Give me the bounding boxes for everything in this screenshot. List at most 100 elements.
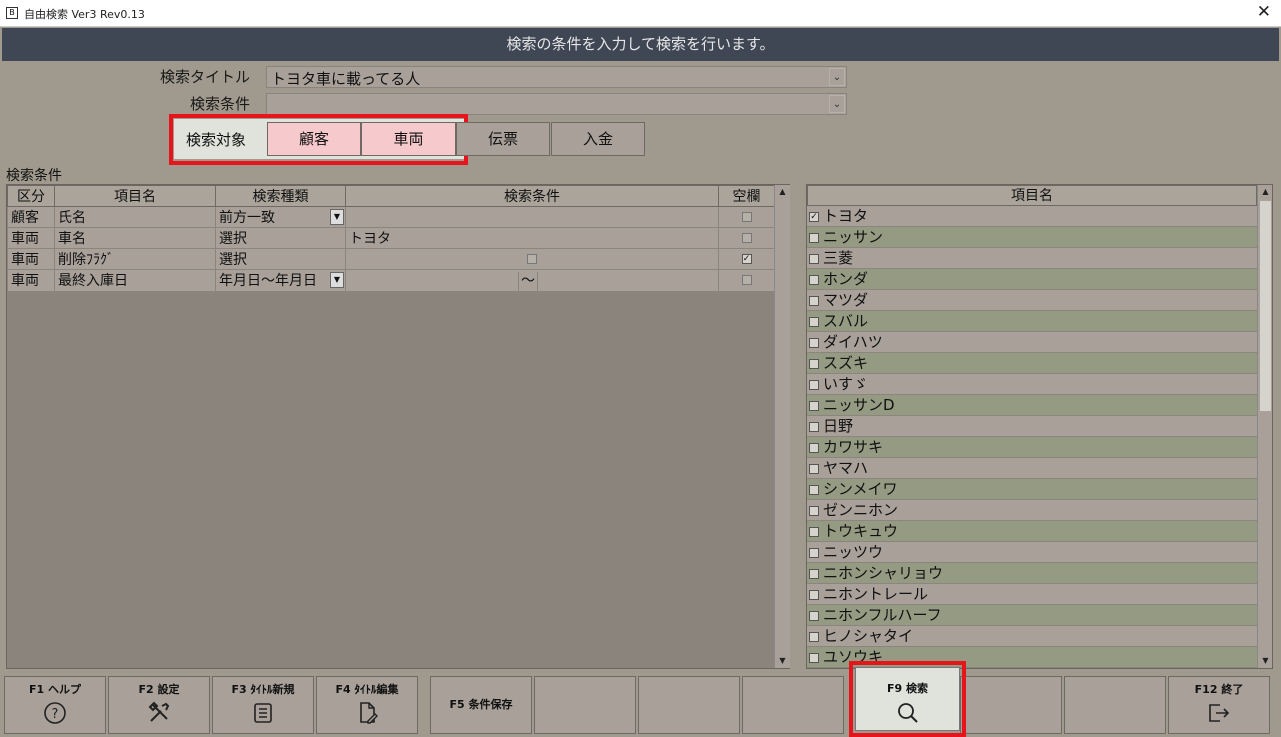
list-item-checkbox[interactable]	[809, 505, 819, 516]
row-kind-select[interactable]: 年月日～年月日 ▼	[215, 269, 346, 292]
scroll-down-icon[interactable]: ▼	[1258, 654, 1272, 668]
list-item-checkbox[interactable]	[809, 631, 819, 642]
list-item-checkbox[interactable]: ✓	[809, 211, 819, 222]
list-item-checkbox[interactable]	[809, 526, 819, 537]
scroll-up-icon[interactable]: ▲	[1258, 185, 1272, 199]
target-customer-button[interactable]: 顧客	[267, 122, 361, 156]
table-row[interactable]: 顧客 氏名 前方一致 ▼	[7, 206, 775, 228]
list-item[interactable]: ニッサン	[807, 227, 1257, 248]
target-slip-button[interactable]: 伝票	[456, 122, 550, 156]
list-item[interactable]: カワサキ	[807, 437, 1257, 458]
list-item[interactable]: ヒノシャタイ	[807, 626, 1257, 647]
scroll-up-icon[interactable]: ▲	[775, 185, 790, 199]
condition-checkbox[interactable]	[527, 254, 537, 264]
list-item[interactable]: ニッツウ	[807, 542, 1257, 563]
list-item-label: シンメイワ	[823, 480, 898, 498]
list-item-checkbox[interactable]	[809, 547, 819, 558]
list-item-checkbox[interactable]	[809, 337, 819, 348]
list-item[interactable]: ダイハツ	[807, 332, 1257, 353]
list-item-checkbox[interactable]	[809, 253, 819, 264]
list-item[interactable]: ホンダ	[807, 269, 1257, 290]
list-item-checkbox[interactable]	[809, 358, 819, 369]
list-item-checkbox[interactable]	[809, 589, 819, 600]
list-item-label: トヨタ	[823, 207, 869, 225]
search-target-label: 検索対象	[186, 131, 247, 149]
list-item[interactable]: ニッサンD	[807, 395, 1257, 416]
f2-settings-button[interactable]: F2 設定	[108, 676, 210, 734]
blank-checkbox[interactable]	[741, 233, 752, 243]
list-item-checkbox[interactable]	[809, 652, 819, 663]
grid-scrollbar[interactable]: ▲ ▼	[774, 185, 790, 668]
list-item-checkbox[interactable]	[809, 316, 819, 327]
list-item[interactable]: スズキ	[807, 353, 1257, 374]
table-row[interactable]: 車両 車名 選択 トヨタ	[7, 227, 775, 249]
list-item[interactable]: ニホンシャリョウ	[807, 563, 1257, 584]
range-start-input[interactable]	[349, 271, 519, 291]
list-item[interactable]: ニホントレール	[807, 584, 1257, 605]
dropdown-arrow-icon[interactable]: ▼	[330, 272, 344, 288]
row-condition-input[interactable]: トヨタ	[345, 227, 719, 249]
f6-empty-button[interactable]	[534, 676, 636, 734]
list-item[interactable]: ゼンニホン	[807, 500, 1257, 521]
f7-empty-button[interactable]	[638, 676, 740, 734]
row-kind-select[interactable]: 前方一致 ▼	[215, 206, 346, 228]
row-condition-input[interactable]	[345, 206, 719, 228]
chevron-down-icon[interactable]: ⌄	[829, 95, 845, 113]
f9-search-button[interactable]: F9 検索	[855, 667, 960, 731]
list-item-label: ニホンフルハーフ	[823, 606, 942, 624]
list-item-checkbox[interactable]	[809, 295, 819, 306]
target-vehicle-button[interactable]: 車両	[361, 122, 456, 156]
list-item[interactable]: トウキュウ	[807, 521, 1257, 542]
blank-checkbox[interactable]	[741, 212, 752, 222]
list-item-checkbox[interactable]	[809, 463, 819, 474]
blank-checkbox[interactable]: ✓	[741, 254, 752, 264]
range-end-input[interactable]	[537, 271, 707, 291]
list-item[interactable]: 日野	[807, 416, 1257, 437]
row-kind[interactable]: 選択	[215, 248, 346, 270]
chevron-down-icon[interactable]: ⌄	[829, 68, 845, 86]
list-item[interactable]: スバル	[807, 311, 1257, 332]
instruction-banner: 検索の条件を入力して検索を行います。	[2, 28, 1279, 61]
list-item[interactable]: マツダ	[807, 290, 1257, 311]
f1-label: F1 ヘルプ	[29, 683, 81, 696]
search-condition-label: 検索条件	[189, 95, 250, 113]
search-condition-combo[interactable]: ⌄	[266, 93, 847, 115]
row-blank-cell: ✓	[718, 248, 775, 270]
list-item-checkbox[interactable]	[809, 568, 819, 579]
search-title-combo[interactable]: トヨタ車に載ってる人 ⌄	[266, 66, 847, 88]
f4-edit-title-button[interactable]: F4 ﾀｲﾄﾙ編集	[316, 676, 418, 734]
list-scrollbar[interactable]: ▲ ▼	[1257, 185, 1272, 668]
f10-empty-button[interactable]	[960, 676, 1062, 734]
list-item[interactable]: ニホンフルハーフ	[807, 605, 1257, 626]
list-item-checkbox[interactable]	[809, 442, 819, 453]
list-item[interactable]: ヤマハ	[807, 458, 1257, 479]
col-header-kind: 検索種類	[215, 185, 346, 207]
dropdown-arrow-icon[interactable]: ▼	[330, 209, 344, 225]
list-item-checkbox[interactable]	[809, 484, 819, 495]
row-item: 車名	[54, 227, 216, 249]
f1-help-button[interactable]: F1 ヘルプ ?	[4, 676, 106, 734]
close-icon[interactable]: ✕	[1257, 2, 1271, 22]
f5-save-condition-button[interactable]: F5 条件保存	[430, 676, 532, 734]
list-item[interactable]: 三菱	[807, 248, 1257, 269]
list-item[interactable]: シンメイワ	[807, 479, 1257, 500]
list-item-checkbox[interactable]	[809, 379, 819, 390]
list-item-checkbox[interactable]	[809, 610, 819, 621]
scroll-down-icon[interactable]: ▼	[775, 654, 790, 668]
f11-empty-button[interactable]	[1064, 676, 1166, 734]
f3-new-title-button[interactable]: F3 ﾀｲﾄﾙ新規	[212, 676, 314, 734]
table-row[interactable]: 車両 削除ﾌﾗｸﾞ 選択 ✓	[7, 248, 775, 270]
f8-empty-button[interactable]	[742, 676, 844, 734]
row-kind[interactable]: 選択	[215, 227, 346, 249]
scroll-thumb[interactable]	[1260, 201, 1271, 411]
list-item[interactable]: ✓ トヨタ	[807, 206, 1257, 227]
table-row[interactable]: 車両 最終入庫日 年月日～年月日 ▼ ～	[7, 269, 775, 292]
blank-checkbox[interactable]	[741, 275, 752, 286]
list-item-checkbox[interactable]	[809, 274, 819, 285]
f12-exit-button[interactable]: F12 終了	[1168, 676, 1270, 734]
target-payment-button[interactable]: 入金	[551, 122, 645, 156]
list-item[interactable]: いすゞ	[807, 374, 1257, 395]
list-item-checkbox[interactable]	[809, 421, 819, 432]
list-item-checkbox[interactable]	[809, 232, 819, 243]
list-item-checkbox[interactable]	[809, 400, 819, 411]
